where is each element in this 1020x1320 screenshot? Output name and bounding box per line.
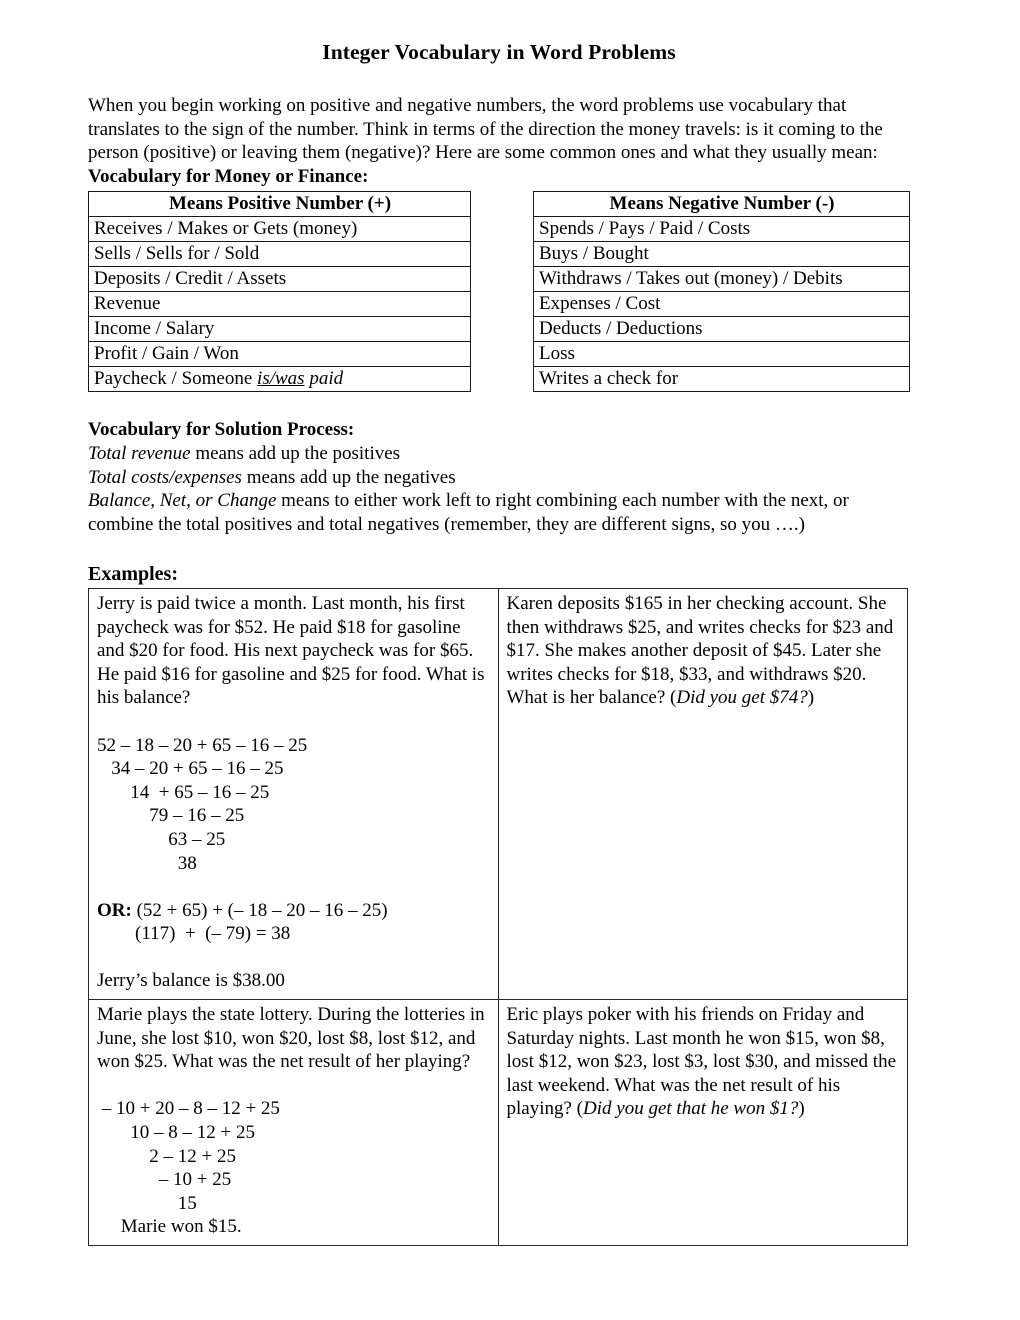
eric-problem-text: Eric plays poker with his friends on Fri… xyxy=(507,1003,901,1121)
table-row: Deposits / Credit / Assets xyxy=(88,265,471,292)
negative-term: Buys / Bought xyxy=(533,240,910,267)
karen-hint: Did you get $74? xyxy=(676,687,808,709)
positive-vocabulary-table: Means Positive Number (+) Receives / Mak… xyxy=(88,190,471,392)
positive-column-header: Means Positive Number (+) xyxy=(88,190,471,217)
table-row: Withdraws / Takes out (money) / Debits xyxy=(533,265,910,292)
paycheck-emphasis: is/was xyxy=(257,368,305,390)
table-row: Deducts / Deductions xyxy=(533,315,910,342)
eric-problem-part2: ) xyxy=(798,1098,805,1120)
table-row: Paycheck / Someone is/was paid xyxy=(88,365,471,392)
example-cell-eric: Eric plays poker with his friends on Fri… xyxy=(497,999,908,1246)
table-row: Writes a check for xyxy=(533,365,910,392)
example-cell-jerry: Jerry is paid twice a month. Last month,… xyxy=(88,587,499,1001)
positive-term: Income / Salary xyxy=(88,315,471,342)
intro-paragraph: When you begin working on positive and n… xyxy=(88,94,883,164)
positive-term: Revenue xyxy=(88,290,471,317)
negative-term: Loss xyxy=(533,340,910,367)
table-row: Loss xyxy=(533,340,910,367)
paycheck-italic: paid xyxy=(304,368,344,390)
negative-term: Expenses / Cost xyxy=(533,290,910,317)
example-cell-marie: Marie plays the state lottery. During th… xyxy=(88,999,499,1246)
solution-vocabulary-section: Vocabulary for Solution Process: Total r… xyxy=(88,418,910,537)
table-row: Buys / Bought xyxy=(533,240,910,267)
total-revenue-definition: means add up the positives xyxy=(190,442,401,464)
positive-term: Deposits / Credit / Assets xyxy=(88,265,471,292)
solution-vocab-heading: Vocabulary for Solution Process: xyxy=(88,418,355,440)
marie-calculation-steps: – 10 + 20 – 8 – 12 + 25 10 – 8 – 12 + 25… xyxy=(101,1098,280,1238)
example-cell-karen: Karen deposits $165 in her checking acco… xyxy=(497,587,908,1001)
jerry-conclusion: Jerry’s balance is $38.00 xyxy=(97,970,285,992)
table-row: Spends / Pays / Paid / Costs xyxy=(533,215,910,242)
negative-term: Deducts / Deductions xyxy=(533,315,910,342)
table-row: Jerry is paid twice a month. Last month,… xyxy=(88,587,908,1001)
negative-term: Spends / Pays / Paid / Costs xyxy=(533,215,910,242)
total-revenue-term: Total revenue xyxy=(88,442,191,464)
or-label: OR: xyxy=(97,899,132,921)
positive-term: Receives / Makes or Gets (money) xyxy=(88,215,471,242)
negative-vocabulary-table: Means Negative Number (-) Spends / Pays … xyxy=(533,190,910,392)
examples-heading: Examples: xyxy=(88,562,178,585)
marie-problem-text: Marie plays the state lottery. During th… xyxy=(97,1004,485,1073)
money-vocab-heading: Vocabulary for Money or Finance: xyxy=(88,166,369,188)
table-row: Income / Salary xyxy=(88,315,471,342)
total-costs-term: Total costs/expenses xyxy=(88,466,242,488)
karen-problem-part2: ) xyxy=(807,687,815,709)
jerry-calculation-steps: 52 – 18 – 20 + 65 – 16 – 25 34 – 20 + 65… xyxy=(97,734,308,874)
document-content: Integer Vocabulary in Word Problems When… xyxy=(88,40,910,1246)
positive-term: Sells / Sells for / Sold xyxy=(88,240,471,267)
positive-term: Profit / Gain / Won xyxy=(88,340,471,367)
table-header-row: Means Positive Number (+) xyxy=(88,190,471,217)
table-header-row: Means Negative Number (-) xyxy=(533,190,910,217)
table-row: Expenses / Cost xyxy=(533,290,910,317)
jerry-alternate-method-line1: OR: (52 + 65) + (– 18 – 20 – 16 – 25) xyxy=(97,899,491,923)
solution-line-balance-net-change: Balance, Net, or Change means to either … xyxy=(88,489,910,537)
document-page: Integer Vocabulary in Word Problems When… xyxy=(0,0,1020,1320)
negative-term: Writes a check for xyxy=(533,365,910,392)
negative-column-header: Means Negative Number (-) xyxy=(533,190,910,217)
balance-net-change-term: Balance, Net, or Change xyxy=(88,490,277,512)
paycheck-plain: Paycheck / Someone xyxy=(94,368,258,390)
jerry-problem-text: Jerry is paid twice a month. Last month,… xyxy=(97,592,485,709)
table-row: Marie plays the state lottery. During th… xyxy=(88,999,908,1246)
eric-hint: Did you get that he won $1? xyxy=(583,1098,799,1120)
table-row: Profit / Gain / Won xyxy=(88,340,471,367)
table-row: Receives / Makes or Gets (money) xyxy=(88,215,471,242)
total-costs-definition: means add up the negatives xyxy=(241,466,456,488)
table-row: Sells / Sells for / Sold xyxy=(88,240,471,267)
jerry-alternate-method-line2: (117) + (– 79) = 38 xyxy=(97,923,291,945)
negative-term: Withdraws / Takes out (money) / Debits xyxy=(533,265,910,292)
positive-term-paycheck: Paycheck / Someone is/was paid xyxy=(88,365,471,392)
page-title: Integer Vocabulary in Word Problems xyxy=(322,40,676,64)
solution-line-total-costs: Total costs/expenses means add up the ne… xyxy=(88,466,910,490)
examples-table: Jerry is paid twice a month. Last month,… xyxy=(88,587,908,1246)
solution-line-total-revenue: Total revenue means add up the positives xyxy=(88,442,910,466)
table-row: Revenue xyxy=(88,290,471,317)
vocabulary-tables: Means Positive Number (+) Receives / Mak… xyxy=(88,190,910,392)
karen-problem-text: Karen deposits $165 in her checking acco… xyxy=(507,592,901,710)
or-expression: (52 + 65) + (– 18 – 20 – 16 – 25) xyxy=(131,899,388,921)
